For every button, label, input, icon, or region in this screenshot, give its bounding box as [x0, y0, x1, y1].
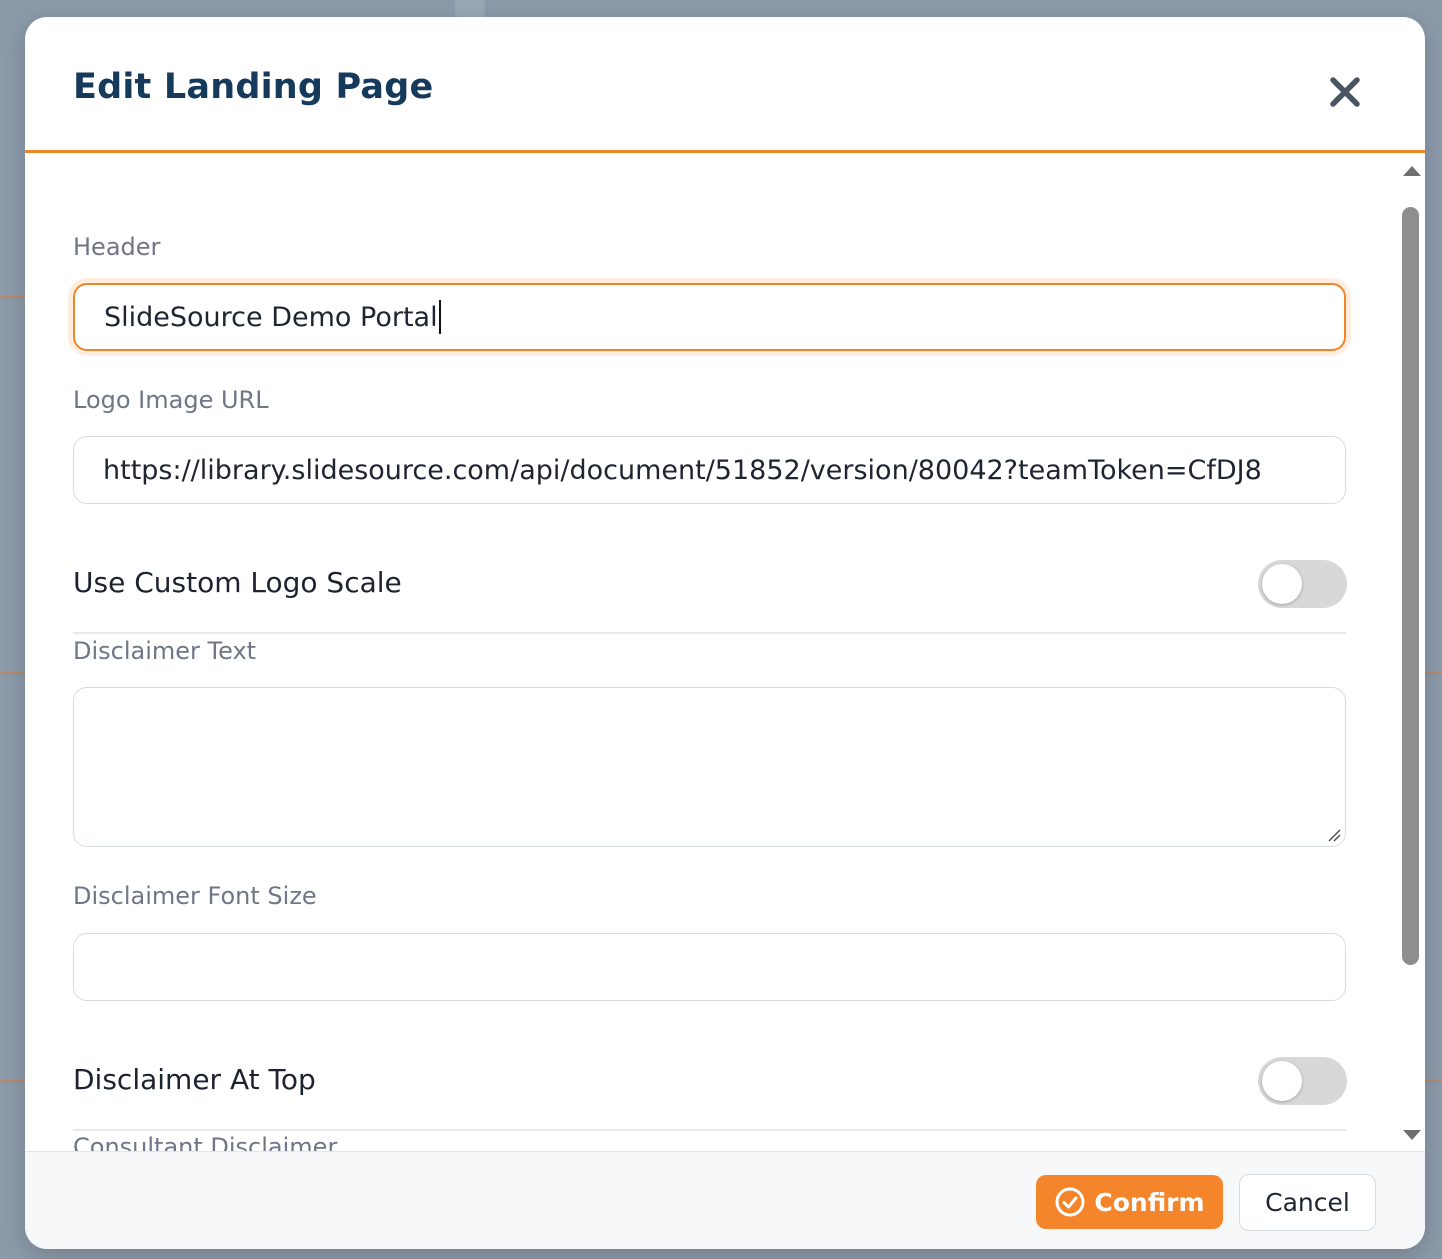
confirm-button[interactable]: Confirm	[1036, 1175, 1223, 1229]
header-label: Header	[73, 233, 161, 261]
background-divider	[0, 296, 25, 298]
background-panel	[455, 0, 485, 17]
scroll-up-arrow-icon[interactable]	[1399, 161, 1425, 181]
logo-url-input[interactable]: https://library.slidesource.com/api/docu…	[73, 436, 1346, 504]
custom-logo-scale-label: Use Custom Logo Scale	[73, 566, 402, 599]
resize-grip-icon[interactable]	[1327, 828, 1341, 842]
dialog-title: Edit Landing Page	[73, 67, 434, 107]
logo-url-input-value: https://library.slidesource.com/api/docu…	[103, 454, 1262, 486]
disclaimer-at-top-toggle[interactable]	[1258, 1057, 1347, 1105]
header-input-value: SlideSource Demo Portal	[104, 301, 438, 333]
dialog-body: Header SlideSource Demo Portal Logo Imag…	[25, 153, 1425, 1151]
confirm-button-label: Confirm	[1094, 1187, 1205, 1217]
dialog-scrollbar[interactable]	[1399, 153, 1425, 1151]
close-button[interactable]	[1325, 72, 1365, 112]
cancel-button-label: Cancel	[1265, 1188, 1350, 1217]
edit-landing-page-dialog: Edit Landing Page Header SlideSource Dem…	[25, 17, 1425, 1249]
divider	[73, 1129, 1346, 1131]
toggle-knob	[1262, 1061, 1302, 1101]
consultant-disclaimer-label: Consultant Disclaimer	[73, 1133, 338, 1151]
close-icon	[1330, 77, 1360, 107]
disclaimer-font-size-label: Disclaimer Font Size	[73, 882, 317, 910]
dialog-footer: Confirm Cancel	[25, 1151, 1425, 1249]
logo-url-label: Logo Image URL	[73, 386, 269, 414]
dialog-header: Edit Landing Page	[25, 17, 1425, 153]
text-cursor	[438, 300, 441, 334]
divider	[73, 632, 1346, 634]
scrollbar-thumb[interactable]	[1402, 207, 1419, 965]
background-divider	[1425, 672, 1442, 674]
disclaimer-text-area[interactable]	[73, 687, 1346, 847]
toggle-knob	[1262, 564, 1302, 604]
disclaimer-at-top-label: Disclaimer At Top	[73, 1063, 316, 1096]
scroll-down-arrow-icon[interactable]	[1399, 1125, 1425, 1145]
cancel-button[interactable]: Cancel	[1239, 1174, 1376, 1231]
background-divider	[0, 1080, 25, 1082]
custom-logo-scale-toggle[interactable]	[1258, 560, 1347, 608]
background-divider	[0, 672, 25, 674]
check-circle-icon	[1055, 1187, 1085, 1217]
disclaimer-text-label: Disclaimer Text	[73, 637, 257, 665]
header-input[interactable]: SlideSource Demo Portal	[73, 283, 1346, 351]
disclaimer-font-size-input[interactable]	[73, 933, 1346, 1001]
background-divider	[1425, 1080, 1442, 1082]
